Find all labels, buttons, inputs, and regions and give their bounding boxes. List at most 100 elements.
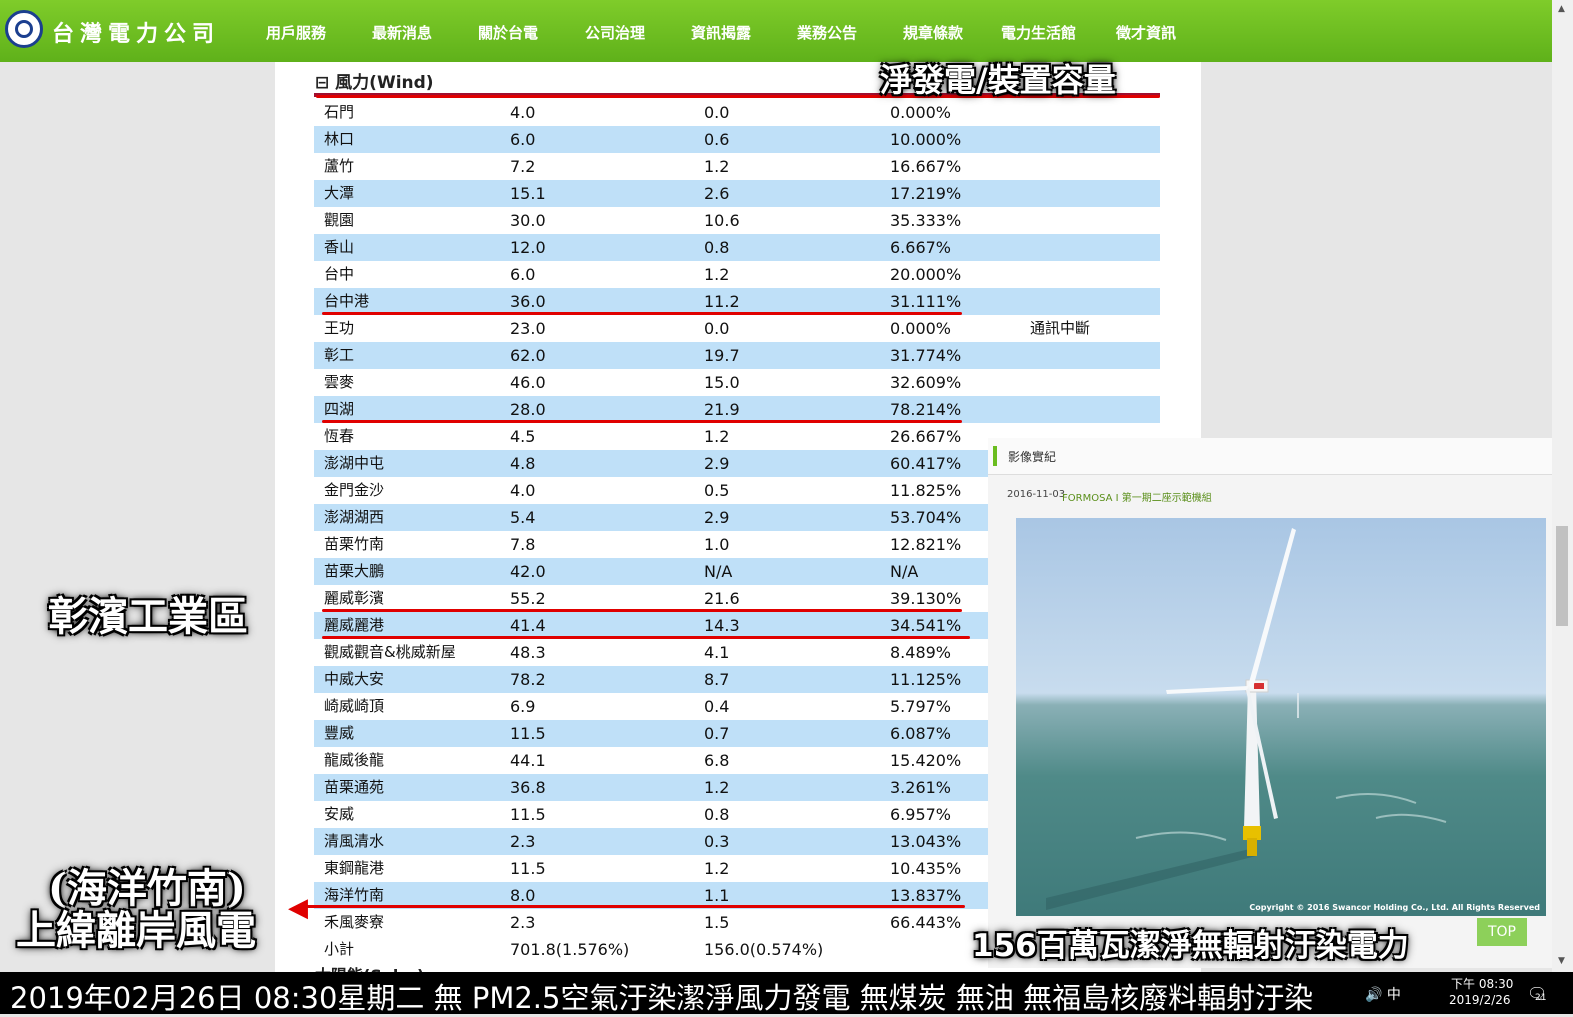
cell-net: N/A xyxy=(704,562,733,581)
subtotal-net: 156.0(0.574%) xyxy=(704,940,824,959)
photo-caption-link[interactable]: FORMOSA I 第一期二座示範機組 xyxy=(1062,489,1212,504)
nav-item-power-life[interactable]: 電力生活館 xyxy=(1001,22,1076,43)
cell-ratio: 31.774% xyxy=(890,346,962,365)
cell-capacity: 42.0 xyxy=(510,562,546,581)
scroll-down-arrow-icon[interactable]: ▼ xyxy=(1558,956,1565,966)
notification-count: 21 xyxy=(1535,993,1547,1003)
cell-name: 台中港 xyxy=(324,292,370,310)
top-nav-bar: 台灣電力公司 用戶服務 最新消息 關於台電 公司治理 資訊揭露 業務公告 規章條… xyxy=(0,0,1552,62)
nav-item-governance[interactable]: 公司治理 xyxy=(585,22,645,43)
cell-name: 龍威後龍 xyxy=(324,751,385,769)
cell-ratio: 3.261% xyxy=(890,778,952,797)
cell-net: 8.7 xyxy=(704,670,730,689)
cell-capacity: 4.0 xyxy=(510,481,536,500)
cell-name: 香山 xyxy=(324,238,355,256)
cell-name: 清風清水 xyxy=(324,832,385,850)
caption-changbin-industrial-zone: 彰濱工業區 xyxy=(48,593,248,640)
cell-capacity: 30.0 xyxy=(510,211,546,230)
nav-item-customer-service[interactable]: 用戶服務 xyxy=(266,22,326,43)
cell-net: 15.0 xyxy=(704,373,740,392)
cell-name: 恆春 xyxy=(324,427,355,445)
cell-name: 東鋼龍港 xyxy=(324,859,385,877)
table-row: 彰工 62.0 19.7 31.774% xyxy=(314,342,1160,369)
cell-name: 觀威觀音&桃威新屋 xyxy=(324,643,456,661)
cell-capacity: 55.2 xyxy=(510,589,546,608)
nav-item-regulations[interactable]: 規章條款 xyxy=(903,22,963,43)
cell-net: 1.2 xyxy=(704,265,730,284)
cell-net: 6.8 xyxy=(704,751,730,770)
cell-name: 澎湖湖西 xyxy=(324,508,385,526)
table-row: 林口 6.0 0.6 10.000% xyxy=(314,126,1160,153)
cell-net: 21.9 xyxy=(704,400,740,419)
cell-ratio: 15.420% xyxy=(890,751,962,770)
underline-taichung-port xyxy=(322,312,962,315)
cell-name: 苗栗通苑 xyxy=(324,778,385,796)
nav-item-disclosure[interactable]: 資訊揭露 xyxy=(691,22,751,43)
underline-sihu xyxy=(322,420,962,423)
cell-name: 觀園 xyxy=(324,211,355,229)
subtotal-name: 小計 xyxy=(324,940,355,958)
underline-haiyang-zhunan xyxy=(300,905,965,908)
cell-capacity: 41.4 xyxy=(510,616,546,635)
cell-capacity: 15.1 xyxy=(510,184,546,203)
photo-panel-title: 影像實紀 xyxy=(1008,450,1057,464)
cell-net: 1.0 xyxy=(704,535,730,554)
nav-item-about[interactable]: 關於台電 xyxy=(478,22,538,43)
scroll-up-arrow-icon[interactable]: ▲ xyxy=(1558,4,1565,14)
caption-swancor-offshore-wind: 上緯離岸風電 xyxy=(16,907,256,954)
cell-ratio: 10.435% xyxy=(890,859,962,878)
section-header-wind[interactable]: ⊟ 風力(Wind) xyxy=(315,68,434,93)
cell-ratio: 78.214% xyxy=(890,400,962,419)
cell-ratio: 11.825% xyxy=(890,481,962,500)
cell-ratio: 11.125% xyxy=(890,670,962,689)
cell-capacity: 6.0 xyxy=(510,130,536,149)
cell-net: 0.6 xyxy=(704,130,730,149)
scroll-thumb[interactable] xyxy=(1556,526,1568,626)
photo-panel: 影像實紀 2016-11-03 FORMOSA I 第一期二座示範機組 Copy… xyxy=(988,438,1554,968)
cell-capacity: 4.8 xyxy=(510,454,536,473)
caption-clean-power: 156百萬瓦潔淨無輻射汙染電力 xyxy=(972,928,1409,964)
table-row: 王功 23.0 0.0 0.000% 通訊中斷 xyxy=(314,315,1160,342)
nav-item-announcements[interactable]: 業務公告 xyxy=(797,22,857,43)
banner-text: 2019年02月26日 08:30星期二 無 PM2.5空氣汙染潔淨風力發電 無… xyxy=(10,981,1314,1015)
cell-capacity: 5.4 xyxy=(510,508,536,527)
cell-net: 0.7 xyxy=(704,724,730,743)
cell-capacity: 23.0 xyxy=(510,319,546,338)
clock-time[interactable]: 下午 08:30 xyxy=(1451,975,1513,992)
cell-ratio: 6.667% xyxy=(890,238,952,257)
cell-net: 1.5 xyxy=(704,913,730,932)
cell-ratio: 16.667% xyxy=(890,157,962,176)
nav-item-news[interactable]: 最新消息 xyxy=(372,22,432,43)
cell-capacity: 62.0 xyxy=(510,346,546,365)
cell-ratio: 26.667% xyxy=(890,427,962,446)
back-to-top-button[interactable]: TOP xyxy=(1477,918,1527,946)
cell-ratio: 53.704% xyxy=(890,508,962,527)
photo-panel-header: 影像實紀 xyxy=(988,438,1554,475)
tray-volume-ime-icon[interactable]: 🔊 中 xyxy=(1365,984,1401,1004)
cell-capacity: 28.0 xyxy=(510,400,546,419)
table-row: 觀園 30.0 10.6 35.333% xyxy=(314,207,1160,234)
cell-name: 苗栗竹南 xyxy=(324,535,385,553)
vertical-scrollbar[interactable]: ▲ ▼ xyxy=(1552,0,1573,972)
table-row: 四湖 28.0 21.9 78.214% xyxy=(314,396,1160,423)
site-logo-text[interactable]: 台灣電力公司 xyxy=(52,16,220,48)
cell-ratio: 32.609% xyxy=(890,373,962,392)
collapse-toggle-icon[interactable]: ⊟ xyxy=(315,73,329,93)
underline-lugang xyxy=(322,636,970,639)
cell-capacity: 12.0 xyxy=(510,238,546,257)
cell-capacity: 44.1 xyxy=(510,751,546,770)
nav-item-careers[interactable]: 徵才資訊 xyxy=(1116,22,1176,43)
cell-net: 1.2 xyxy=(704,157,730,176)
cell-capacity: 11.5 xyxy=(510,724,546,743)
cell-net: 0.8 xyxy=(704,805,730,824)
cell-ratio: N/A xyxy=(890,562,919,581)
cell-name: 麗威彰濱 xyxy=(324,589,385,607)
taipower-logo-icon[interactable] xyxy=(5,10,43,48)
offshore-wind-turbine-photo[interactable]: Copyright © 2016 Swancor Holding Co., Lt… xyxy=(1016,518,1546,916)
clock-date[interactable]: 2019/2/26 xyxy=(1449,993,1511,1007)
cell-name: 雲麥 xyxy=(324,373,355,391)
cell-capacity: 78.2 xyxy=(510,670,546,689)
cell-name: 四湖 xyxy=(324,400,355,418)
cell-capacity: 36.0 xyxy=(510,292,546,311)
cell-ratio: 35.333% xyxy=(890,211,962,230)
